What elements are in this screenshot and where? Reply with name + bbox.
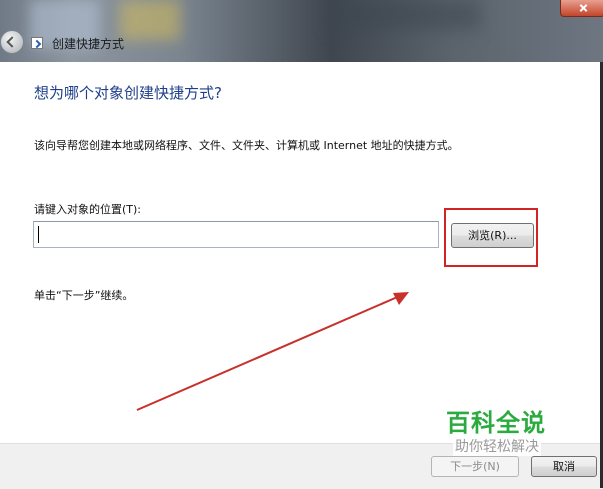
watermark-logo: 百科全说 <box>446 409 546 437</box>
cancel-button[interactable]: 取消 <box>531 456 597 477</box>
next-button[interactable]: 下一步(N) <box>431 456 519 477</box>
watermark-tagline: 助你轻松解决 <box>453 436 541 456</box>
